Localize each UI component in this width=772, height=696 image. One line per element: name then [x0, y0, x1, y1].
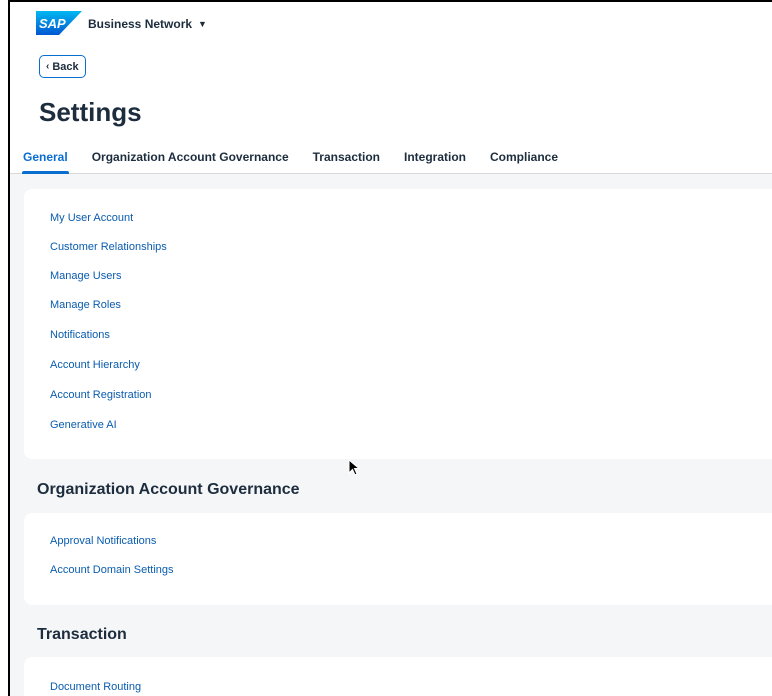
- app-frame: SAP Business Network ▼ ‹ Back Settings G…: [8, 0, 772, 696]
- link-account-domain-settings[interactable]: Account Domain Settings: [50, 564, 174, 576]
- page-title: Settings: [39, 97, 142, 127]
- link-notifications[interactable]: Notifications: [50, 329, 110, 341]
- tab-bar: General Organization Account Governance …: [22, 144, 582, 174]
- link-my-user-account[interactable]: My User Account: [50, 212, 133, 224]
- link-generative-ai[interactable]: Generative AI: [50, 419, 117, 431]
- product-switcher[interactable]: Business Network ▼: [88, 17, 207, 31]
- link-approval-notifications[interactable]: Approval Notifications: [50, 535, 156, 547]
- shell-bar: SAP Business Network ▼: [10, 2, 772, 46]
- mouse-pointer-icon: [348, 459, 360, 476]
- back-label: Back: [52, 60, 79, 73]
- caret-down-icon: ▼: [198, 19, 207, 29]
- link-customer-relationships[interactable]: Customer Relationships: [50, 241, 167, 253]
- link-manage-users[interactable]: Manage Users: [50, 270, 122, 282]
- sap-logo[interactable]: SAP: [36, 11, 82, 35]
- org-governance-card: Approval Notifications Account Domain Se…: [24, 513, 772, 605]
- svg-text:SAP: SAP: [39, 16, 66, 31]
- tab-organization-account-governance[interactable]: Organization Account Governance: [92, 144, 289, 174]
- tab-compliance[interactable]: Compliance: [490, 144, 558, 174]
- section-title-organization-account-governance: Organization Account Governance: [37, 481, 300, 498]
- page-header: ‹ Back Settings General Organization Acc…: [10, 46, 772, 174]
- back-button[interactable]: ‹ Back: [39, 55, 86, 78]
- section-title-transaction: Transaction: [37, 626, 127, 643]
- link-document-routing[interactable]: Document Routing: [50, 681, 141, 693]
- link-account-registration[interactable]: Account Registration: [50, 389, 152, 401]
- product-name: Business Network: [88, 17, 193, 31]
- tab-general[interactable]: General: [22, 144, 69, 174]
- general-settings-card: My User Account Customer Relationships M…: [24, 189, 772, 459]
- tab-integration[interactable]: Integration: [404, 144, 466, 174]
- transaction-card: Document Routing: [24, 657, 772, 696]
- chevron-left-icon: ‹: [46, 61, 50, 72]
- link-manage-roles[interactable]: Manage Roles: [50, 299, 121, 311]
- link-account-hierarchy[interactable]: Account Hierarchy: [50, 359, 140, 371]
- tab-transaction[interactable]: Transaction: [313, 144, 380, 174]
